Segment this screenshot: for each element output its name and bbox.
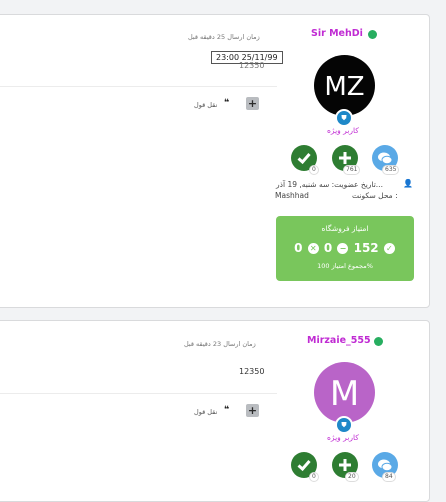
user-role: کاربر ویژه xyxy=(327,126,359,135)
multi-quote-plus-button[interactable]: + xyxy=(246,97,259,110)
online-status-icon xyxy=(374,337,383,346)
post-content: 12350 xyxy=(239,61,265,70)
quote-label[interactable]: نقل قول xyxy=(194,408,217,416)
post-username[interactable]: Mirzaie_555 xyxy=(307,335,371,346)
store-rating-summary: مجموع امتیاز 100% xyxy=(317,262,373,270)
quote-label[interactable]: نقل قول xyxy=(194,101,217,109)
svg-text:MZ: MZ xyxy=(324,72,364,102)
shield-icon: ⛊ xyxy=(335,416,353,434)
join-date: تاریخ عضویت: سه شنبه, 19 آذر... xyxy=(276,180,383,189)
quote-icon: ❝ xyxy=(224,98,230,108)
user-role: کاربر ویژه xyxy=(327,433,359,442)
online-status-icon xyxy=(368,30,377,39)
reactions-count: 761 xyxy=(343,165,361,175)
times-circle-icon: ✕ xyxy=(307,243,319,254)
post-time: زمان ارسال 23 دقیقه قبل xyxy=(184,340,256,348)
avatar[interactable]: MZ xyxy=(314,55,375,116)
divider xyxy=(0,393,277,394)
solutions-count: 0 xyxy=(309,472,319,482)
multi-quote-plus-button[interactable]: + xyxy=(246,404,259,417)
letter-avatar: M xyxy=(330,374,359,414)
avatar[interactable]: M xyxy=(314,362,375,423)
divider xyxy=(0,86,277,87)
neutral-count: 0 xyxy=(323,241,333,255)
svg-text:M: M xyxy=(330,374,359,414)
post-card: Sir MehDi زمان ارسال 25 دقیقه قبل 23:00 … xyxy=(0,14,430,308)
shield-icon: ⛊ xyxy=(335,109,353,127)
messages-count: 84 xyxy=(382,472,396,482)
post-time: زمان ارسال 25 دقیقه قبل xyxy=(188,33,260,41)
post-card: Mirzaie_555 زمان ارسال 23 دقیقه قبل 1235… xyxy=(0,320,430,502)
location-value: Mashhad xyxy=(275,191,309,200)
store-rating-title: امتیاز فروشگاه xyxy=(321,224,369,233)
minus-circle-icon: − xyxy=(337,243,349,254)
solutions-count: 0 xyxy=(309,165,319,175)
store-rating-counts: 0 ✕ 0 − 152 ✓ xyxy=(276,241,414,255)
location-label: محل سکونت : xyxy=(352,191,398,200)
user-icon: 👤 xyxy=(403,179,413,188)
messages-count: 635 xyxy=(382,165,400,175)
positive-count: 152 xyxy=(353,241,379,255)
store-rating-box[interactable]: امتیاز فروشگاه 0 ✕ 0 − 152 ✓ مجموع امتیا… xyxy=(276,216,414,281)
negative-count: 0 xyxy=(294,241,303,255)
reactions-count: 20 xyxy=(345,472,359,482)
quote-icon: ❝ xyxy=(224,405,230,415)
mz-logo-icon: MZ xyxy=(324,72,364,102)
check-circle-icon: ✓ xyxy=(383,243,395,254)
post-content: 12350 xyxy=(239,367,265,376)
post-username[interactable]: Sir MehDi xyxy=(311,28,363,39)
